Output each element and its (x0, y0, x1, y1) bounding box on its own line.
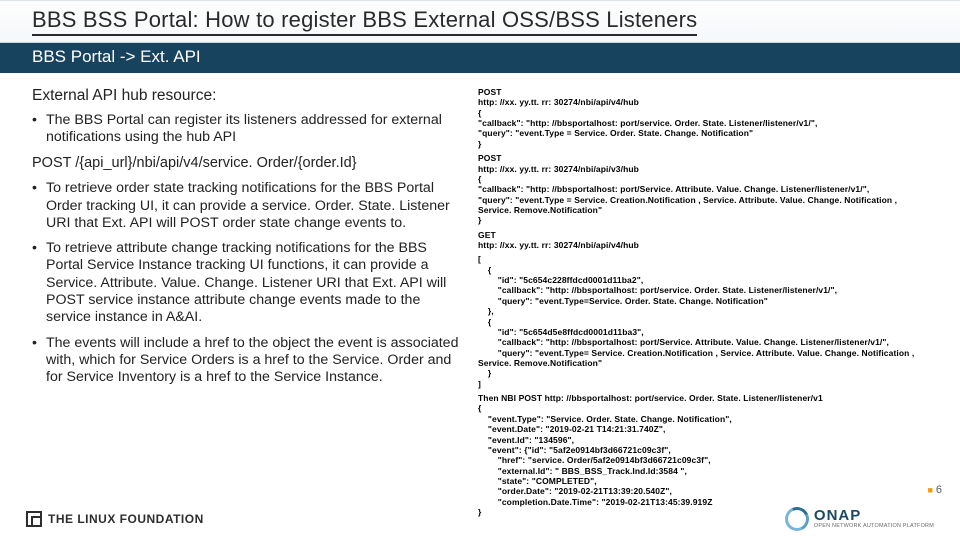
onap-logo: ONAP OPEN NETWORK AUTOMATION PLATFORM (785, 507, 934, 531)
code-block-2: POST http: //xx. yy.tt. rr: 30274/nbi/ap… (478, 153, 942, 226)
post-line: POST /{api_url}/nbi/api/v4/service. Orde… (32, 155, 464, 173)
bullet-1: The BBS Portal can register its listener… (32, 112, 464, 147)
code-block-5: Then NBI POST http: //bbsportalhost: por… (478, 393, 942, 517)
onap-text: ONAP (814, 509, 934, 523)
body: External API hub resource: The BBS Porta… (0, 73, 960, 511)
code-block-1: POST http: //xx. yy.tt. rr: 30274/nbi/ap… (478, 87, 942, 149)
page-number: 6 (927, 484, 942, 496)
lf-text: THE LINUX FOUNDATION (48, 512, 204, 526)
code-block-4: [ { "id": "5c654c228ffdcd0001d11ba2", "c… (478, 254, 942, 389)
footer: THE LINUX FOUNDATION ONAP OPEN NETWORK A… (0, 504, 960, 534)
slide: BBS BSS Portal: How to register BBS Exte… (0, 0, 960, 540)
left-heading: External API hub resource: (32, 87, 464, 106)
onap-subtext: OPEN NETWORK AUTOMATION PLATFORM (814, 523, 934, 529)
lf-icon (26, 511, 42, 527)
bullet-4: The events will include a href to the ob… (32, 335, 464, 387)
subtitle-bar: BBS Portal -> Ext. API (0, 43, 960, 73)
title-bar: BBS BSS Portal: How to register BBS Exte… (0, 0, 960, 43)
onap-text-wrap: ONAP OPEN NETWORK AUTOMATION PLATFORM (814, 509, 934, 529)
bullet-3: To retrieve attribute change tracking no… (32, 240, 464, 327)
left-column: External API hub resource: The BBS Porta… (32, 87, 464, 511)
bullet-2: To retrieve order state tracking notific… (32, 180, 464, 232)
linux-foundation-logo: THE LINUX FOUNDATION (26, 511, 204, 527)
slide-title: BBS BSS Portal: How to register BBS Exte… (32, 7, 697, 36)
right-column: POST http: //xx. yy.tt. rr: 30274/nbi/ap… (478, 87, 942, 511)
onap-ring-icon (782, 504, 813, 535)
code-block-3: GET http: //xx. yy.tt. rr: 30274/nbi/api… (478, 230, 942, 251)
